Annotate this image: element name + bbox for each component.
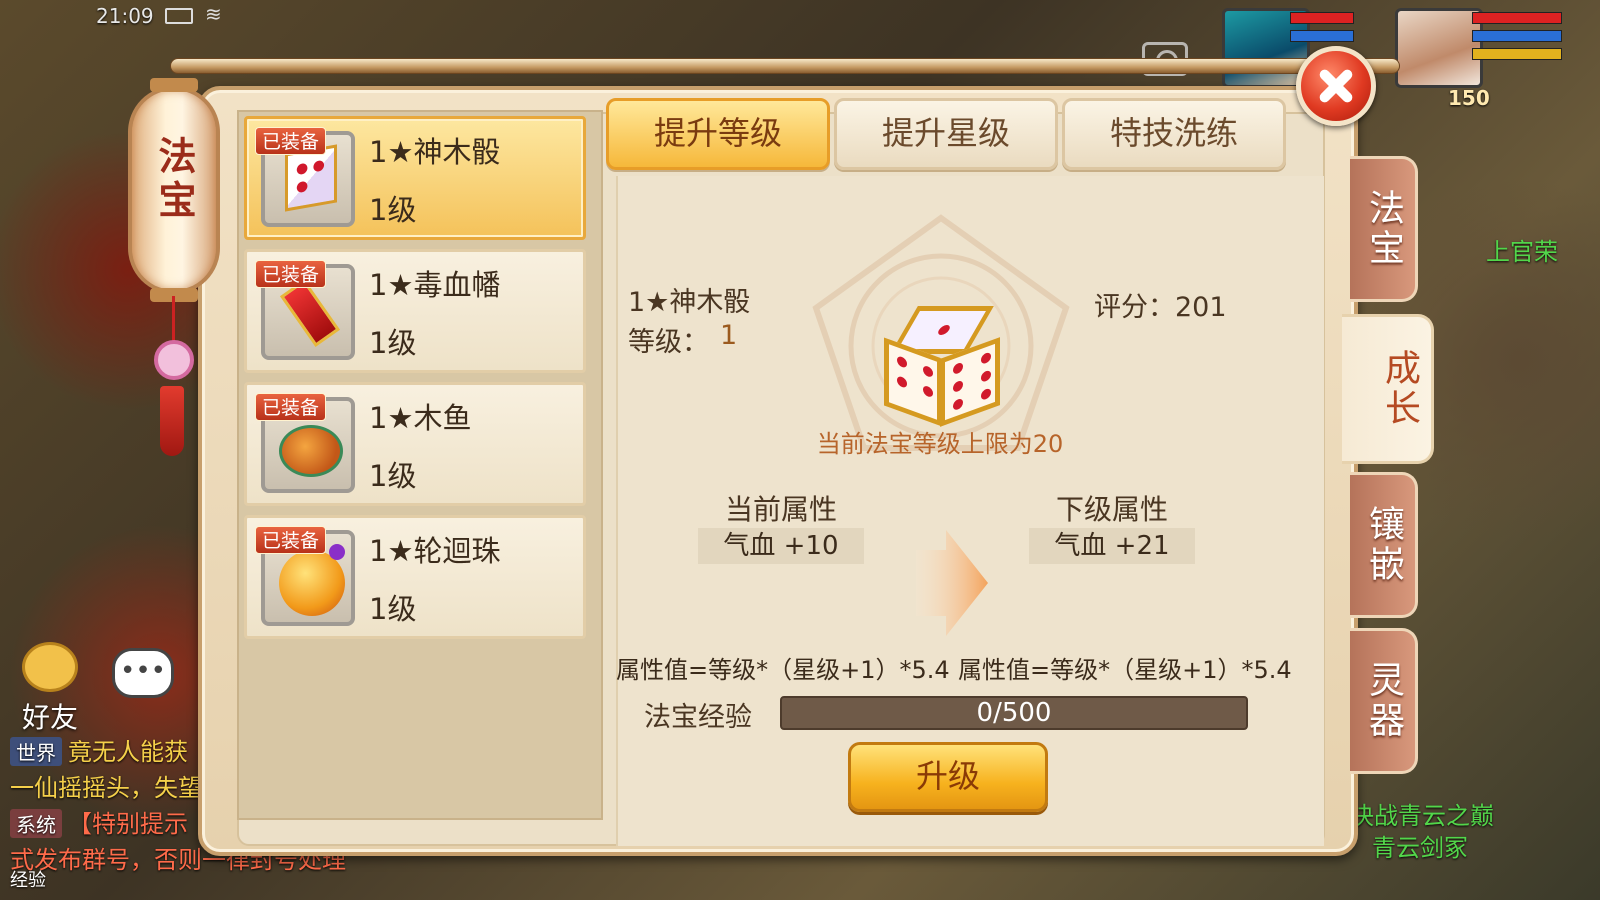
chat-line[interactable]: 一仙摇摇头，失望 (10, 768, 202, 803)
chat-icon: ••• (112, 648, 174, 698)
side-tab-spirit[interactable]: 灵器 (1350, 628, 1418, 774)
dialog-title: 法宝 (152, 136, 196, 224)
side-tab-treasure[interactable]: 法宝 (1350, 156, 1418, 302)
pet-mp-bar (1290, 30, 1354, 42)
player-portrait[interactable] (1395, 8, 1483, 88)
player-rage-bar (1472, 48, 1562, 60)
exp-hud-label: 经验 (10, 870, 46, 891)
item-card[interactable]: 已装备 1★轮迴珠 1级 (244, 515, 586, 639)
tassel-icon (160, 386, 184, 456)
side-tab-growth[interactable]: 成长 (1342, 314, 1434, 464)
detail-item-name: 1★神木骰 (628, 287, 751, 318)
score-label: 评分：201 (1094, 292, 1227, 323)
npc-name[interactable]: 上官荣 (1486, 232, 1558, 267)
equipped-badge: 已装备 (255, 393, 327, 421)
quest-title[interactable]: 决战青云之巅 (1350, 796, 1494, 831)
level-cap-text: 当前法宝等级上限为20 (816, 430, 1064, 458)
chat-line[interactable]: 系统 【特别提示 (10, 804, 188, 839)
quest-location[interactable]: 青云剑冢 (1372, 828, 1468, 863)
chat-text: 【特别提示 (68, 810, 188, 838)
knot-icon (154, 340, 194, 380)
status-time: 21:09 (96, 4, 154, 28)
chat-text: 一仙摇摇头，失望 (10, 774, 202, 802)
item-level: 1级 (369, 592, 417, 626)
selected-treasure-dice-icon (882, 302, 1002, 427)
item-name: 1★神木骰 (369, 135, 501, 169)
current-attr-value: 气血 +10 (698, 528, 864, 564)
exp-progress-bar: 0/500 (780, 696, 1248, 730)
next-attr-value: 气血 +21 (1029, 528, 1195, 564)
chat-channel: 系统 (10, 809, 62, 838)
player-level: 150 (1448, 86, 1490, 110)
item-card[interactable]: 已装备 1★毒血幡 1级 (244, 249, 586, 373)
tab-skill-refine[interactable]: 特技洗练 (1062, 98, 1286, 170)
chat-line[interactable]: 世界 竟无人能获 (10, 732, 188, 767)
equipped-badge: 已装备 (255, 526, 327, 554)
pearl-icon (279, 544, 345, 616)
chat-button[interactable]: ••• (112, 648, 192, 728)
dialog-title-lantern: 法宝 (128, 78, 220, 302)
wooden-fish-icon (279, 425, 343, 477)
item-name: 1★木鱼 (369, 401, 472, 435)
item-level: 1级 (369, 326, 417, 360)
equipped-badge: 已装备 (255, 260, 327, 288)
exp-progress-text: 0/500 (976, 698, 1052, 728)
pet-hp-bar (1290, 12, 1354, 24)
side-tab-inlay[interactable]: 镶嵌 (1350, 472, 1418, 618)
player-mp-bar (1472, 30, 1562, 42)
item-level: 1级 (369, 459, 417, 493)
battery-icon (165, 8, 193, 24)
item-card[interactable]: 已装备 1★木鱼 1级 (244, 382, 586, 506)
detail-level-value: 1 (720, 320, 738, 351)
chat-channel: 世界 (10, 737, 62, 766)
wifi-icon: ≋ (205, 2, 222, 26)
close-icon (1301, 51, 1371, 121)
friend-label: 好友 (21, 701, 78, 734)
dialog-top-rod (170, 58, 1400, 74)
next-attr-title: 下级属性 (1055, 493, 1168, 526)
upgrade-button[interactable]: 升级 (848, 742, 1048, 812)
item-name: 1★毒血幡 (369, 268, 501, 302)
banner-icon (279, 279, 341, 347)
friend-button[interactable]: 好友 (10, 642, 90, 734)
player-hp-bar (1472, 12, 1562, 24)
tab-upgrade-star[interactable]: 提升星级 (834, 98, 1058, 170)
lantern-string (172, 296, 175, 342)
detail-level-label: 等级： (628, 327, 709, 358)
exp-label: 法宝经验 (644, 702, 752, 733)
item-name: 1★轮迴珠 (369, 534, 501, 568)
current-attr-title: 当前属性 (724, 493, 837, 526)
chat-text: 竟无人能获 (68, 738, 188, 766)
formula-next: 属性值=等级*（星级+1）*5.4 (958, 656, 1292, 684)
item-level: 1级 (369, 193, 417, 227)
tab-upgrade-level[interactable]: 提升等级 (606, 98, 830, 170)
item-card[interactable]: 已装备 1★神木骰 1级 (244, 116, 586, 240)
arrow-right-icon (916, 530, 988, 636)
formula-current: 属性值=等级*（星级+1）*5.4 (616, 656, 950, 684)
equipped-badge: 已装备 (255, 127, 327, 155)
close-button[interactable] (1296, 46, 1376, 126)
friend-icon (22, 642, 78, 692)
